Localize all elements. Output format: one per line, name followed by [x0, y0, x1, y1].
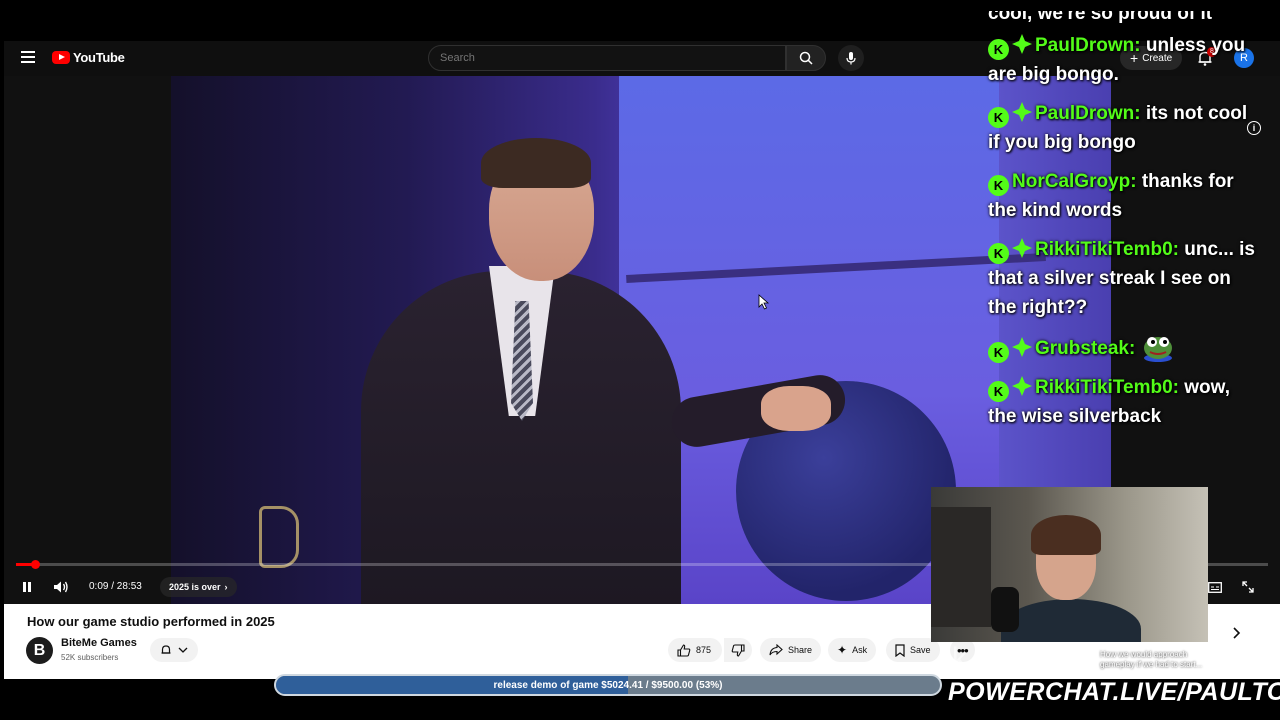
- screen: YouTube + Create 8 R: [0, 0, 1280, 720]
- microphone-icon: [846, 52, 856, 65]
- share-label: Share: [788, 645, 813, 655]
- donation-goal-bar: release demo of game $5024.41 / $9500.00…: [274, 674, 942, 696]
- sparkle-icon: ✦: [837, 643, 848, 657]
- subscriber-count: 52K subscribers: [61, 653, 119, 662]
- kick-badge-icon: K: [988, 39, 1009, 60]
- dislike-button[interactable]: [724, 638, 752, 662]
- ask-label: Ask: [852, 645, 868, 655]
- volume-button[interactable]: [50, 576, 72, 598]
- streamer-hair: [1031, 515, 1101, 555]
- thumbs-up-icon: [677, 643, 691, 657]
- like-button[interactable]: 875: [668, 638, 723, 662]
- webcam-overlay: [931, 487, 1208, 642]
- subscriber-sparkle-icon: [1012, 34, 1032, 54]
- channel-avatar[interactable]: B: [26, 637, 53, 664]
- like-count: 875: [696, 645, 712, 655]
- ghost-url-text: k.com/re: [952, 642, 1068, 675]
- subscriber-sparkle-icon: [1012, 376, 1032, 396]
- chat-message: K Grubsteak:: [988, 332, 1258, 363]
- fullscreen-icon: [1242, 581, 1254, 593]
- donation-goal-text: release demo of game $5024.41 / $9500.00…: [493, 679, 723, 691]
- channel-name[interactable]: BiteMe Games: [61, 637, 137, 649]
- kick-badge-icon: K: [988, 107, 1009, 128]
- chevron-right-icon[interactable]: [1230, 627, 1242, 639]
- ask-button[interactable]: ✦ Ask: [828, 638, 877, 662]
- chat-message: K RikkiTikiTemb0: unc... is that a silver…: [988, 235, 1258, 322]
- chat-username[interactable]: RikkiTikiTemb0:: [1035, 377, 1179, 398]
- webcam-shelf: [931, 507, 991, 627]
- studio-logo-watermark: [259, 506, 299, 568]
- chat-message: K NorCalGroyp: thanks for the kind words: [988, 167, 1258, 225]
- chat-partial-message: cool, we're so proud of it: [988, 11, 1258, 25]
- search-icon: [799, 51, 813, 65]
- chevron-down-icon: [178, 647, 188, 653]
- logo-text: YouTube: [73, 50, 125, 65]
- mouse-cursor-icon: [758, 294, 770, 310]
- chat-overlay: cool, we're so proud of it K PaulDrown: u…: [988, 11, 1258, 441]
- presenter-hair: [481, 138, 591, 188]
- presenter-hand: [761, 386, 831, 431]
- chevron-right-icon: ›: [224, 582, 228, 592]
- pause-icon: [23, 582, 31, 592]
- thumbs-down-icon: [731, 643, 745, 657]
- chat-partial-text: cool, we're so proud of it: [988, 11, 1213, 24]
- kick-badge-icon: K: [988, 175, 1009, 196]
- subscriber-sparkle-icon: [1012, 102, 1032, 122]
- fullscreen-button[interactable]: [1237, 576, 1259, 598]
- streamer-body: [1001, 599, 1141, 642]
- share-icon: [769, 644, 783, 656]
- subscriber-sparkle-icon: [1012, 337, 1032, 357]
- kick-badge-icon: K: [988, 381, 1009, 402]
- search-button[interactable]: [786, 45, 826, 71]
- progress-scrubber[interactable]: [30, 560, 40, 569]
- kick-badge-icon: K: [988, 243, 1009, 264]
- subscription-bell-button[interactable]: [150, 638, 198, 662]
- time-display: 0:09 / 28:53: [89, 581, 142, 592]
- microphone: [991, 587, 1019, 632]
- pause-button[interactable]: [16, 576, 38, 598]
- chapter-button[interactable]: 2025 is over ›: [160, 577, 237, 597]
- chat-username[interactable]: PaulDrown:: [1035, 103, 1141, 124]
- webcam-caption: How we would approach gameplay if we had…: [1100, 650, 1203, 669]
- subtitles-icon: [1208, 581, 1222, 593]
- youtube-logo[interactable]: YouTube: [52, 50, 125, 65]
- share-button[interactable]: Share: [760, 638, 822, 662]
- volume-icon: [54, 581, 68, 593]
- frog-emote-icon: [1143, 337, 1172, 362]
- subscriber-sparkle-icon: [1012, 238, 1032, 258]
- bell-icon: [161, 645, 171, 654]
- chat-username[interactable]: NorCalGroyp:: [1012, 171, 1137, 192]
- powerchat-banner: POWERCHAT.LIVE/PAULTOWN: [948, 678, 1280, 706]
- save-label: Save: [910, 645, 931, 655]
- chat-message-list: K PaulDrown: unless you are big bongo. K Pa…: [988, 31, 1258, 431]
- chapter-label: 2025 is over: [169, 582, 221, 592]
- chat-username[interactable]: PaulDrown:: [1035, 35, 1141, 56]
- chat-message: K RikkiTikiTemb0: wow, the wise silverbac…: [988, 373, 1258, 431]
- video-title: How our game studio performed in 2025: [27, 614, 275, 629]
- menu-icon[interactable]: [21, 51, 35, 63]
- chat-username[interactable]: Grubsteak:: [1035, 338, 1135, 359]
- voice-search-button[interactable]: [838, 45, 864, 71]
- chat-username[interactable]: RikkiTikiTemb0:: [1035, 239, 1179, 260]
- search-input[interactable]: [428, 45, 786, 71]
- chat-message: K PaulDrown: unless you are big bongo.: [988, 31, 1258, 89]
- bookmark-icon: [895, 643, 905, 657]
- chat-message: K PaulDrown: its not cool if you big bong…: [988, 99, 1258, 157]
- youtube-play-icon: [52, 51, 70, 64]
- kick-badge-icon: K: [988, 342, 1009, 363]
